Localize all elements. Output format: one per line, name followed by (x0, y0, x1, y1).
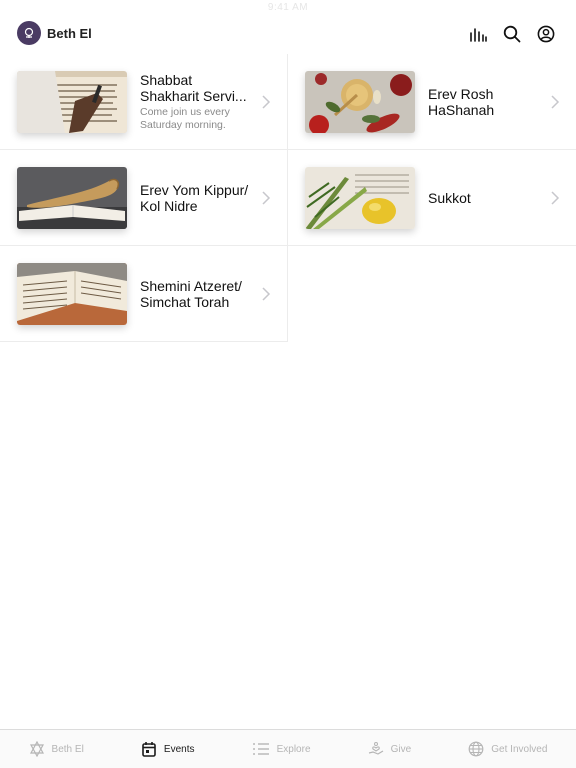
hand-heart-icon (368, 742, 383, 755)
event-title: Erev Yom Kippur/ Kol Nidre (140, 181, 249, 214)
tab-beth-el[interactable]: Beth El (29, 741, 84, 757)
brand[interactable]: Beth El (17, 21, 92, 45)
event-card[interactable]: Shemini Atzeret/ Simchat Torah (0, 246, 288, 342)
chevron-right-icon (262, 286, 271, 301)
tab-label: Beth El (51, 743, 84, 755)
brand-name: Beth El (47, 25, 92, 41)
event-image-open-torah (17, 262, 127, 325)
events-grid: Shabbat Shakharit Servi... Come join us … (0, 54, 576, 342)
globe-icon (468, 741, 484, 757)
event-subtitle: Come join us every Saturday morning. (140, 106, 230, 131)
event-title: Shabbat Shakharit Servi... (140, 72, 247, 104)
event-card[interactable]: Erev Rosh HaShanah (288, 54, 576, 150)
tab-explore[interactable]: Explore (252, 742, 311, 756)
search-icon[interactable] (502, 24, 522, 44)
chevron-right-icon (262, 190, 271, 205)
event-image-apples-honey (305, 70, 415, 133)
logo-icon (24, 27, 34, 38)
chevron-right-icon (551, 190, 560, 205)
list-icon (252, 743, 269, 755)
tab-label: Give (390, 743, 412, 755)
calendar-icon (142, 742, 156, 757)
app-header: Beth El (0, 0, 576, 56)
tab-bar: Beth El Events Explore Give Get Involved (0, 729, 576, 768)
event-card[interactable]: Sukkot (288, 150, 576, 246)
event-title: Shemini Atzeret/ Simchat Torah (140, 277, 242, 310)
chevron-right-icon (262, 94, 271, 109)
tab-give[interactable]: Give (368, 741, 412, 757)
event-card[interactable]: Erev Yom Kippur/ Kol Nidre (0, 150, 288, 246)
chart-bars-icon[interactable] (468, 24, 488, 44)
event-card[interactable]: Shabbat Shakharit Servi... Come join us … (0, 54, 288, 150)
tab-get-involved[interactable]: Get Involved (468, 741, 547, 757)
tab-label: Get Involved (491, 743, 548, 755)
event-image-lulav-etrog (305, 166, 415, 229)
event-title: Erev Rosh HaShanah (428, 85, 495, 118)
event-image-torah-scroll (17, 70, 127, 133)
avatar (17, 21, 41, 45)
tab-events[interactable]: Events (141, 741, 195, 757)
star-of-david-icon (29, 741, 44, 757)
event-title: Sukkot (428, 189, 471, 206)
account-icon[interactable] (536, 24, 556, 44)
event-image-shofar (17, 166, 127, 229)
chevron-right-icon (551, 94, 560, 109)
tab-label: Events (163, 743, 195, 755)
tab-label: Explore (276, 743, 311, 755)
